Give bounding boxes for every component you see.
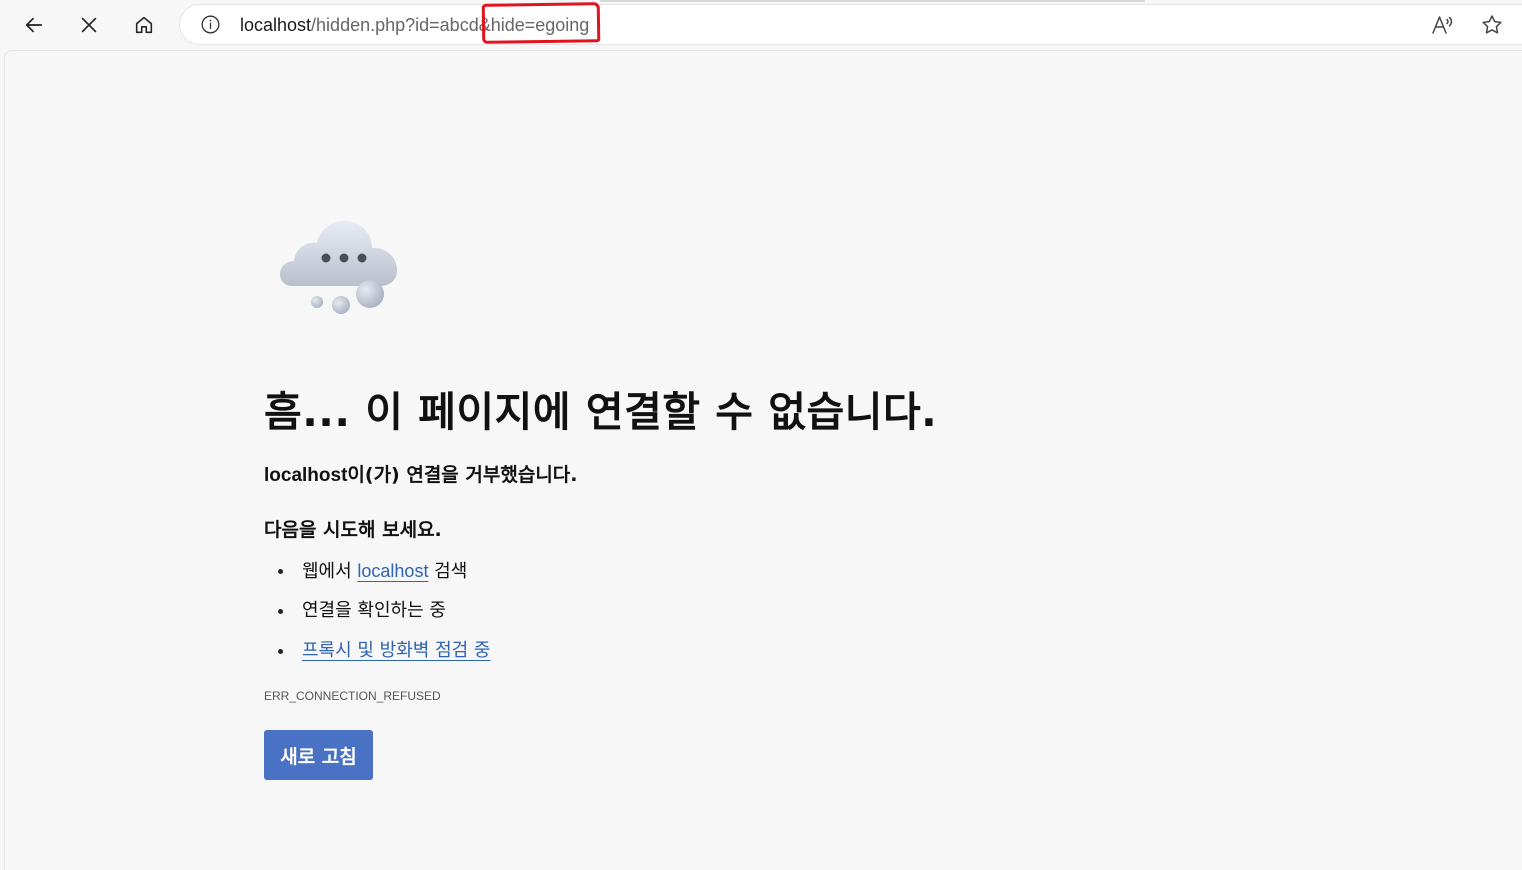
back-arrow-icon xyxy=(25,17,43,33)
loading-indicator xyxy=(600,0,1145,2)
list-item: 웹에서 localhost 검색 xyxy=(276,558,491,598)
close-icon xyxy=(81,17,97,33)
cloud-icon xyxy=(280,220,398,314)
address-bar[interactable]: localhost/hidden.php?id=abcd&hide=egoing xyxy=(180,2,1522,44)
read-aloud-icon[interactable] xyxy=(1430,13,1454,37)
error-code: ERR_CONNECTION_REFUSED xyxy=(264,689,441,703)
search-prefix: 웹에서 xyxy=(302,561,358,582)
error-host: localhost xyxy=(264,465,348,486)
check-connection-text: 연결을 확인하는 중 xyxy=(302,600,446,621)
proxy-firewall-link[interactable]: 프록시 및 방화벽 점검 중 xyxy=(302,640,491,661)
list-item: 프록시 및 방화벽 점검 중 xyxy=(276,638,491,678)
stop-loading-button[interactable] xyxy=(70,6,108,44)
info-icon[interactable] xyxy=(200,14,221,35)
suggestions-list: 웹에서 localhost 검색 연결을 확인하는 중 프록시 및 방화벽 점검… xyxy=(276,558,491,678)
suggestions-heading: 다음을 시도해 보세요. xyxy=(264,519,442,541)
search-suffix: 검색 xyxy=(428,561,468,582)
home-icon xyxy=(135,16,153,34)
star-icon[interactable] xyxy=(1480,13,1504,37)
list-item: 연결을 확인하는 중 xyxy=(276,598,491,638)
refresh-button[interactable]: 새로 고침 xyxy=(264,730,373,780)
url-host: localhost xyxy=(240,15,312,35)
error-description: localhost이(가) 연결을 거부했습니다. xyxy=(264,460,578,487)
back-button[interactable] xyxy=(15,6,53,44)
page-title: 흠... 이 페이지에 연결할 수 없습니다. xyxy=(264,388,938,436)
page-content xyxy=(4,50,1522,870)
error-message: 이(가) 연결을 거부했습니다. xyxy=(347,464,578,486)
annotation-highlight xyxy=(481,2,601,44)
browser-toolbar: localhost/hidden.php?id=abcd&hide=egoing xyxy=(0,0,1522,50)
home-button[interactable] xyxy=(125,6,163,44)
search-localhost-link[interactable]: localhost xyxy=(357,561,428,581)
